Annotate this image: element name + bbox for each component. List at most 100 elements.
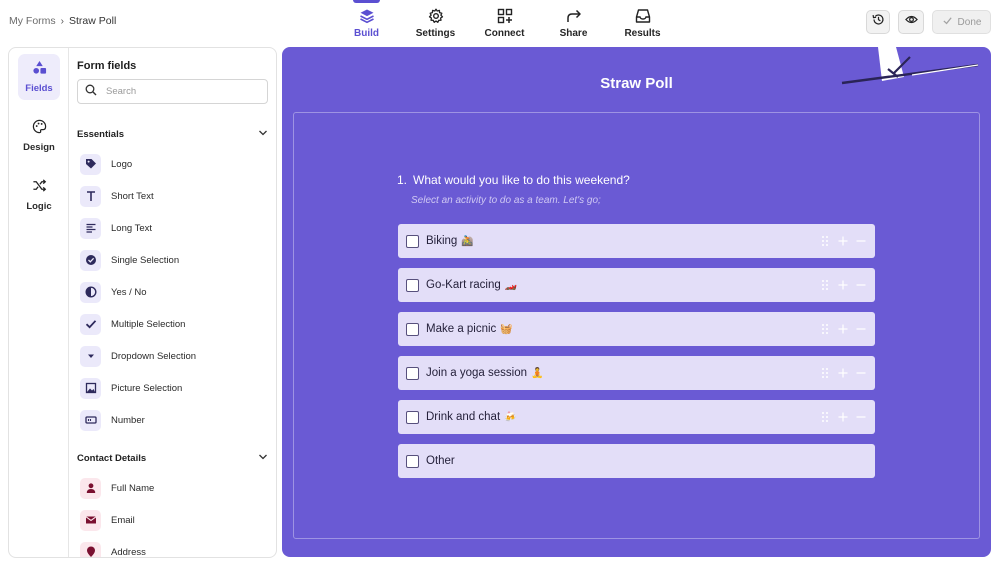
preview-button[interactable]: [898, 10, 924, 34]
question-heading[interactable]: 1. What would you like to do this weeken…: [397, 173, 630, 187]
option-tools: [819, 233, 867, 249]
option-checkbox[interactable]: [406, 322, 419, 336]
done-button[interactable]: Done: [932, 10, 991, 34]
palette-icon: [32, 119, 47, 139]
field-address-label: Address: [111, 546, 146, 558]
add-option-icon[interactable]: [837, 409, 849, 425]
gear-icon: [427, 7, 444, 24]
main-tabs: Build Settings Connect Share Results: [332, 0, 677, 44]
tab-connect-label: Connect: [484, 28, 525, 39]
form-fields-list: Form fields Essentials Logo Short Text L…: [70, 48, 276, 557]
drag-handle-icon[interactable]: [819, 233, 831, 249]
history-button[interactable]: [866, 10, 890, 34]
shapes-icon: [32, 60, 47, 80]
breadcrumb-my-forms[interactable]: My Forms: [9, 15, 56, 27]
drag-handle-icon[interactable]: [819, 277, 831, 293]
remove-option-icon[interactable]: [855, 365, 867, 381]
option-picnic[interactable]: Make a picnic 🧺: [398, 312, 875, 346]
add-option-icon[interactable]: [837, 321, 849, 337]
tab-build[interactable]: Build: [332, 0, 401, 44]
option-checkbox[interactable]: [406, 410, 419, 424]
field-single-selection[interactable]: Single Selection: [80, 248, 268, 272]
remove-option-icon[interactable]: [855, 321, 867, 337]
question-number: 1.: [397, 173, 408, 187]
breadcrumb: My Forms › Straw Poll: [9, 15, 116, 27]
option-drink-and-chat[interactable]: Drink and chat 🍻: [398, 400, 875, 434]
search-input[interactable]: [106, 86, 256, 97]
field-email[interactable]: Email: [80, 508, 268, 532]
field-address[interactable]: Address: [80, 540, 268, 557]
field-short-text[interactable]: Short Text: [80, 184, 268, 208]
drag-handle-icon[interactable]: [819, 321, 831, 337]
tab-connect[interactable]: Connect: [470, 0, 539, 44]
remove-option-icon[interactable]: [855, 409, 867, 425]
tab-settings[interactable]: Settings: [401, 0, 470, 44]
option-biking[interactable]: Biking 🚵: [398, 224, 875, 258]
remove-option-icon[interactable]: [855, 277, 867, 293]
shuffle-icon: [32, 178, 47, 198]
yes-no-icon: [80, 281, 101, 303]
field-yes-no[interactable]: Yes / No: [80, 280, 268, 304]
question-hint[interactable]: Select an activity to do as a team. Let'…: [411, 195, 601, 206]
done-label: Done: [957, 16, 982, 28]
check-icon: [942, 15, 953, 29]
tab-results[interactable]: Results: [608, 0, 677, 44]
field-full-name[interactable]: Full Name: [80, 476, 268, 500]
essentials-label: Essentials: [77, 129, 124, 140]
side-rail: Fields Design Logic: [9, 48, 69, 557]
field-full-name-label: Full Name: [111, 482, 155, 494]
breadcrumb-current: Straw Poll: [69, 15, 117, 27]
field-number[interactable]: Number: [80, 408, 268, 432]
contact-section-header[interactable]: Contact Details: [77, 452, 268, 465]
field-long-text-label: Long Text: [111, 222, 153, 234]
option-emoji: 🚵: [461, 235, 474, 247]
essentials-section-header[interactable]: Essentials: [77, 128, 268, 141]
option-emoji: 🍻: [504, 411, 517, 423]
option-emoji: 🧘: [531, 367, 544, 379]
field-picture-selection[interactable]: Picture Selection: [80, 376, 268, 400]
option-checkbox[interactable]: [406, 366, 419, 380]
search-field[interactable]: [77, 79, 268, 104]
field-multiple-selection-label: Multiple Selection: [111, 318, 186, 330]
inbox-icon: [634, 7, 651, 24]
option-tools: [819, 365, 867, 381]
field-long-text[interactable]: Long Text: [80, 216, 268, 240]
option-checkbox[interactable]: [406, 278, 419, 292]
rail-fields[interactable]: Fields: [18, 54, 60, 100]
field-yes-no-label: Yes / No: [111, 286, 147, 298]
field-logo[interactable]: Logo: [80, 152, 268, 176]
option-checkbox[interactable]: [406, 454, 419, 468]
remove-option-icon[interactable]: [855, 233, 867, 249]
field-multiple-selection[interactable]: Multiple Selection: [80, 312, 268, 336]
form-title[interactable]: Straw Poll: [282, 75, 991, 92]
field-dropdown-selection[interactable]: Dropdown Selection: [80, 344, 268, 368]
option-text: Go-Kart racing: [426, 279, 501, 291]
tab-share[interactable]: Share: [539, 0, 608, 44]
form-canvas: Straw Poll 1. What would you like to do …: [282, 47, 991, 557]
tag-icon: [80, 153, 101, 175]
option-other[interactable]: Other: [398, 444, 875, 478]
search-icon: [85, 83, 97, 101]
drag-handle-icon[interactable]: [819, 409, 831, 425]
breadcrumb-separator: ›: [60, 15, 65, 27]
dropdown-icon: [80, 345, 101, 367]
add-option-icon[interactable]: [837, 233, 849, 249]
option-text: Join a yoga session: [426, 367, 528, 379]
form-fields-title: Form fields: [77, 60, 137, 72]
option-checkbox[interactable]: [406, 234, 419, 248]
option-text: Drink and chat: [426, 411, 501, 423]
drag-handle-icon[interactable]: [819, 365, 831, 381]
option-text: Biking: [426, 235, 458, 247]
rail-logic[interactable]: Logic: [18, 172, 60, 218]
rail-design[interactable]: Design: [18, 113, 60, 159]
add-option-icon[interactable]: [837, 277, 849, 293]
field-single-selection-label: Single Selection: [111, 254, 180, 266]
rail-logic-label: Logic: [26, 201, 52, 212]
option-tools: [819, 409, 867, 425]
option-tools: [819, 321, 867, 337]
field-number-label: Number: [111, 414, 145, 426]
option-go-kart[interactable]: Go-Kart racing 🏎️: [398, 268, 875, 302]
option-yoga[interactable]: Join a yoga session 🧘: [398, 356, 875, 390]
add-option-icon[interactable]: [837, 365, 849, 381]
field-dropdown-selection-label: Dropdown Selection: [111, 350, 197, 362]
